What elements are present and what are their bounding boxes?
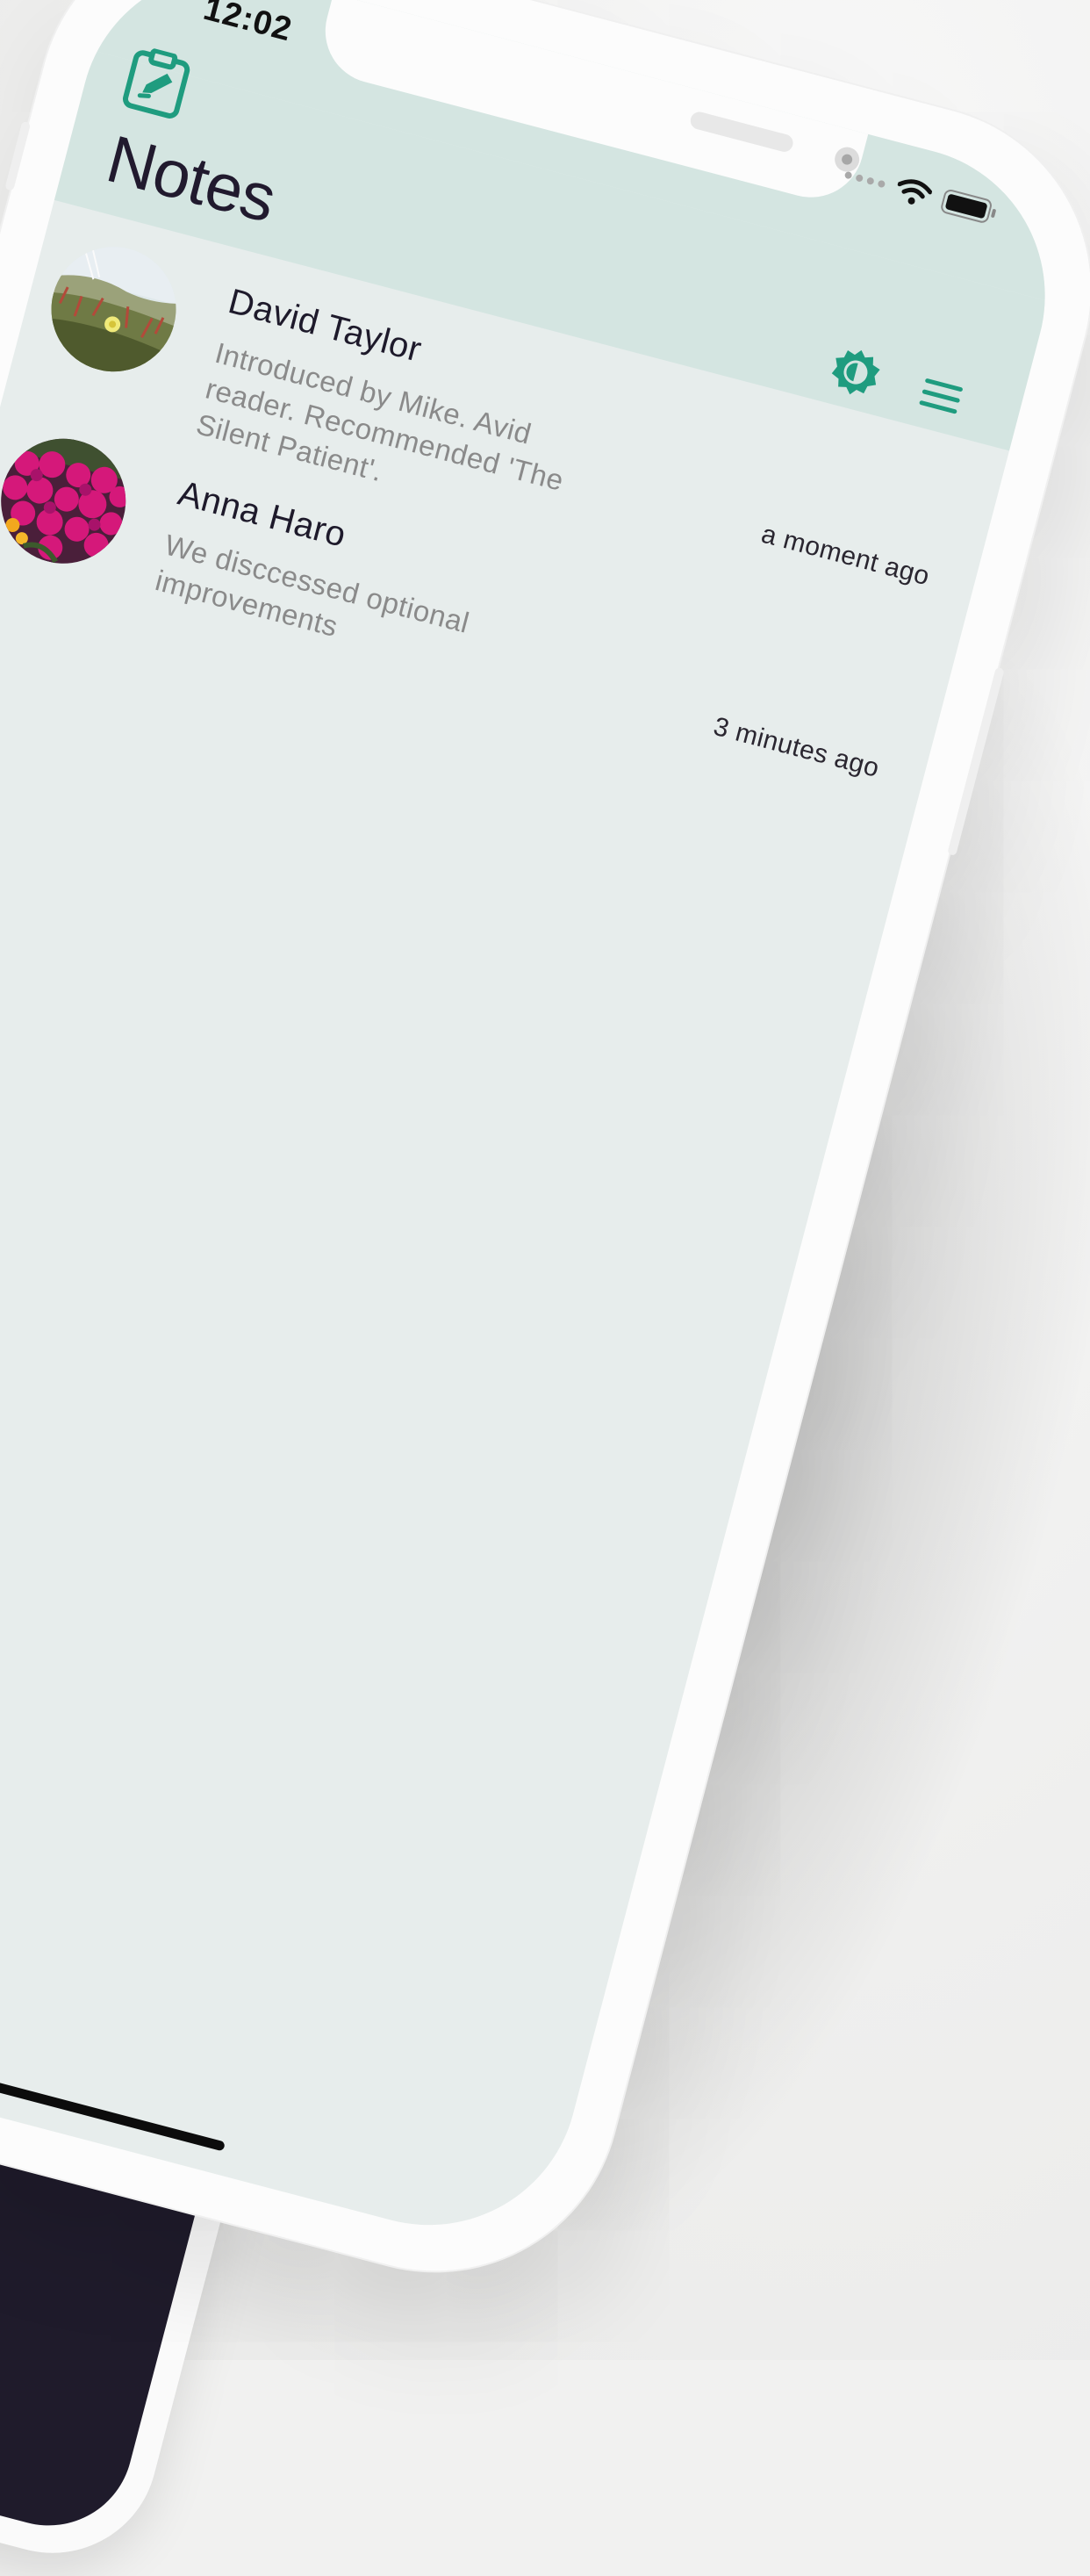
note-timestamp: 3 minutes ago bbox=[710, 711, 883, 783]
status-icons bbox=[842, 162, 1000, 227]
speaker bbox=[688, 110, 795, 155]
wifi-icon bbox=[897, 179, 933, 205]
brightness-icon[interactable] bbox=[825, 342, 886, 406]
note-timestamp: a moment ago bbox=[758, 519, 933, 592]
cellular-signal-icon bbox=[843, 170, 886, 189]
avatar bbox=[37, 233, 190, 385]
menu-icon[interactable] bbox=[915, 374, 966, 422]
note-preview: We disccessed optional improvements bbox=[152, 528, 473, 644]
battery-icon bbox=[941, 189, 996, 223]
status-time: 12:02 bbox=[199, 0, 297, 49]
avatar bbox=[0, 425, 140, 578]
